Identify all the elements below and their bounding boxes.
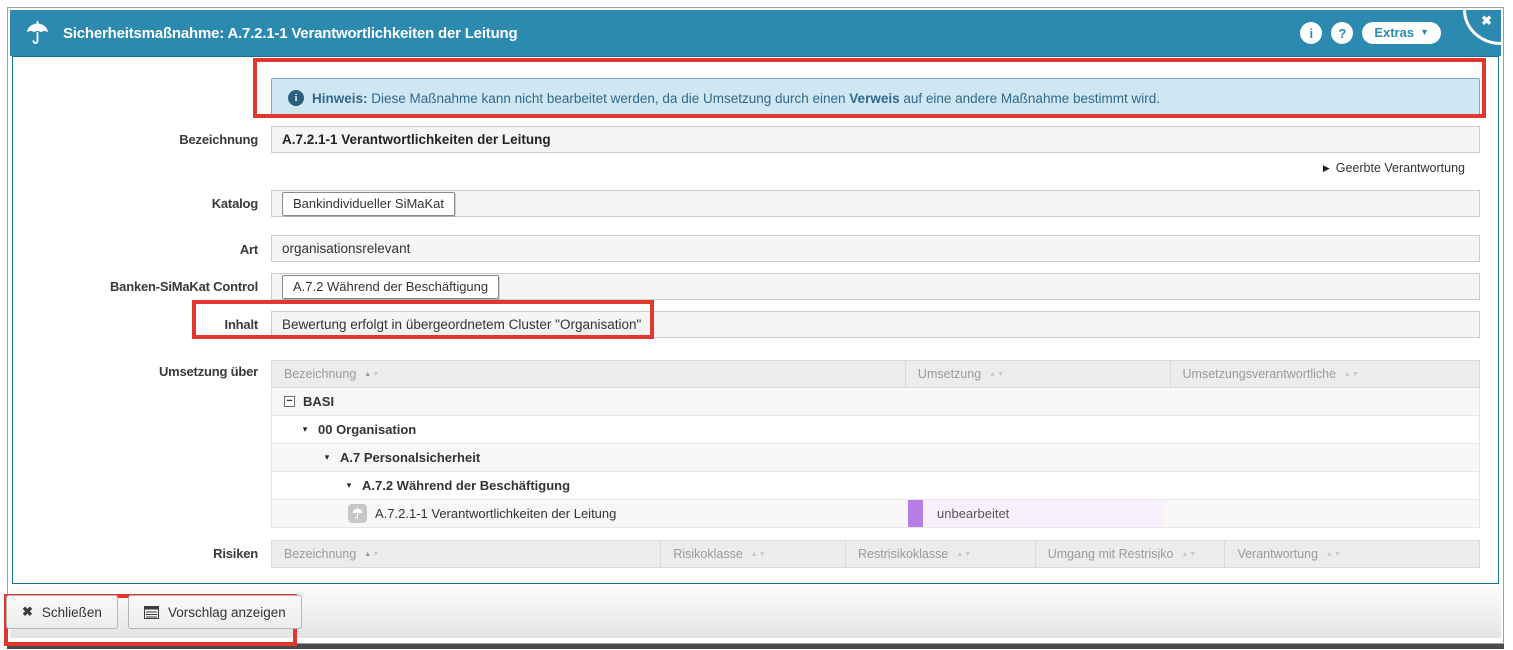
bezeichnung-label: Bezeichnung — [8, 132, 258, 147]
column-label: Risikoklasse — [673, 547, 742, 561]
risiken-column-header[interactable]: Verantwortung ▲▼ — [1224, 541, 1479, 567]
risiken-column-header[interactable]: Bezeichnung ▲▼ — [272, 541, 660, 567]
tree-row[interactable]: 00 Organisation — [271, 416, 1480, 444]
inhalt-value: Bewertung erfolgt in übergeordnetem Clus… — [282, 317, 641, 332]
dialog-window: Sicherheitsmaßnahme: A.7.2.1-1 Verantwor… — [7, 7, 1504, 644]
sort-icons: ▲▼ — [751, 551, 767, 558]
umbrella-icon — [348, 504, 367, 523]
umsetzung-column-header[interactable]: Umsetzungsverantwortliche ▲▼ — [1170, 361, 1480, 387]
art-value: organisationsrelevant — [282, 241, 410, 256]
schliessen-label: Schließen — [42, 605, 102, 620]
risiken-column-header[interactable]: Umgang mit Restrisiko ▲▼ — [1035, 541, 1225, 567]
umsetzung-table-body: BASI 00 Organisation A.7 Personalsicherhei… — [271, 388, 1480, 528]
chevron-down-icon: ▼ — [1420, 28, 1429, 37]
umsetzung-table: Bezeichnung▲▼Umsetzung▲▼Umsetzungsverant… — [271, 360, 1480, 528]
tree-row[interactable]: A.7.2 Während der Beschäftigung — [271, 472, 1480, 500]
info-icon: i — [1310, 26, 1314, 41]
risiken-table-header: Bezeichnung▲▼Risikoklasse▲▼Restrisikokla… — [271, 540, 1480, 568]
risiken-column-header[interactable]: Risikoklasse ▲▼ — [660, 541, 845, 567]
sort-icons: ▲▼ — [956, 551, 972, 558]
katalog-chip[interactable]: Bankindividueller SiMaKat — [282, 192, 455, 216]
column-label: Restrisikoklasse — [858, 547, 948, 561]
titlebar: Sicherheitsmaßnahme: A.7.2.1-1 Verantwor… — [10, 10, 1501, 56]
vorschlag-anzeigen-button[interactable]: Vorschlag anzeigen — [128, 595, 302, 629]
risiken-label: Risiken — [8, 546, 258, 561]
help-button[interactable]: ? — [1331, 22, 1353, 44]
control-chip[interactable]: A.7.2 Während der Beschäftigung — [282, 275, 499, 299]
control-label: Banken-SiMaKat Control — [8, 279, 258, 294]
sort-icons: ▲▼ — [364, 371, 380, 378]
umsetzung-column-header[interactable]: Umsetzung ▲▼ — [905, 361, 1170, 387]
tree-row[interactable]: A.7.2.1-1 Verantwortlichkeiten der Leitu… — [271, 500, 1480, 528]
sort-icons: ▲▼ — [364, 551, 380, 558]
tree-row-label: 00 Organisation — [318, 422, 416, 437]
tree-row-label: A.7 Personalsicherheit — [340, 450, 480, 465]
status-color-bar — [908, 500, 923, 527]
art-label: Art — [8, 242, 258, 257]
geerbte-verantwortung-label: Geerbte Verantwortung — [1336, 161, 1465, 175]
umsetzung-table-header: Bezeichnung▲▼Umsetzung▲▼Umsetzungsverant… — [271, 360, 1480, 388]
column-label: Bezeichnung — [284, 367, 356, 381]
bezeichnung-field: A.7.2.1-1 Verantwortlichkeiten der Leitu… — [271, 126, 1480, 153]
umsetzung-ueber-label: Umsetzung über — [8, 364, 258, 379]
column-label: Umsetzung — [918, 367, 981, 381]
inhalt-label: Inhalt — [8, 317, 258, 332]
tree-row-label: A.7.2 Während der Beschäftigung — [362, 478, 570, 493]
control-field: A.7.2 Während der Beschäftigung — [271, 273, 1480, 300]
tree-row-label: BASI — [303, 394, 334, 409]
footer-buttons: ✖ Schließen Vorschlag anzeigen — [6, 595, 302, 629]
close-icon: ✖ — [1481, 13, 1492, 29]
info-icon: i — [288, 90, 304, 106]
dialog-title: Sicherheitsmaßnahme: A.7.2.1-1 Verantwor… — [63, 25, 517, 42]
sort-icons: ▲▼ — [1326, 551, 1342, 558]
umsetzung-column-header[interactable]: Bezeichnung ▲▼ — [272, 361, 905, 387]
hint-banner: i Hinweis: Diese Maßnahme kann nicht bea… — [271, 78, 1480, 118]
list-icon — [144, 606, 159, 619]
bezeichnung-value: A.7.2.1-1 Verantwortlichkeiten der Leitu… — [282, 132, 551, 147]
help-icon: ? — [1338, 26, 1346, 41]
column-label: Umgang mit Restrisiko — [1048, 547, 1174, 561]
umsetzung-status: unbearbeitet — [908, 500, 1164, 527]
risiken-column-header[interactable]: Restrisikoklasse ▲▼ — [845, 541, 1035, 567]
katalog-field: Bankindividueller SiMaKat — [271, 190, 1480, 217]
extras-label: Extras — [1374, 25, 1414, 40]
tree-row[interactable]: BASI — [271, 388, 1480, 416]
vorschlag-label: Vorschlag anzeigen — [168, 605, 286, 620]
info-button[interactable]: i — [1300, 22, 1322, 44]
inhalt-field: Bewertung erfolgt in übergeordnetem Clus… — [271, 311, 1480, 338]
umbrella-icon — [24, 20, 51, 47]
column-label: Bezeichnung — [284, 547, 356, 561]
tree-row-label: A.7.2.1-1 Verantwortlichkeiten der Leitu… — [375, 506, 616, 521]
chevron-right-icon: ▶ — [1323, 163, 1330, 174]
screenshot-root: Sicherheitsmaßnahme: A.7.2.1-1 Verantwor… — [0, 0, 1513, 650]
sort-icons: ▲▼ — [989, 371, 1005, 378]
column-label: Verantwortung — [1237, 547, 1318, 561]
caret-down-icon[interactable] — [344, 480, 354, 491]
hint-text: Hinweis: Diese Maßnahme kann nicht bearb… — [312, 91, 1160, 106]
schliessen-button[interactable]: ✖ Schließen — [6, 595, 118, 629]
column-label: Umsetzungsverantwortliche — [1183, 367, 1337, 381]
katalog-label: Katalog — [8, 196, 258, 211]
tree-row[interactable]: A.7 Personalsicherheit — [271, 444, 1480, 472]
caret-down-icon[interactable] — [300, 424, 310, 435]
sort-icons: ▲▼ — [1344, 371, 1360, 378]
close-icon: ✖ — [22, 604, 33, 620]
risiken-table: Bezeichnung▲▼Risikoklasse▲▼Restrisikokla… — [271, 540, 1480, 568]
sort-icons: ▲▼ — [1181, 551, 1197, 558]
collapse-icon[interactable] — [284, 396, 295, 407]
window-bottom-edge — [7, 644, 1504, 649]
geerbte-verantwortung-link[interactable]: ▶ Geerbte Verantwortung — [1323, 161, 1465, 175]
status-label: unbearbeitet — [923, 500, 1164, 527]
art-field: organisationsrelevant — [271, 235, 1480, 262]
titlebar-actions: i ? Extras ▼ — [1300, 22, 1441, 44]
extras-button[interactable]: Extras ▼ — [1362, 22, 1441, 44]
caret-down-icon[interactable] — [322, 452, 332, 463]
